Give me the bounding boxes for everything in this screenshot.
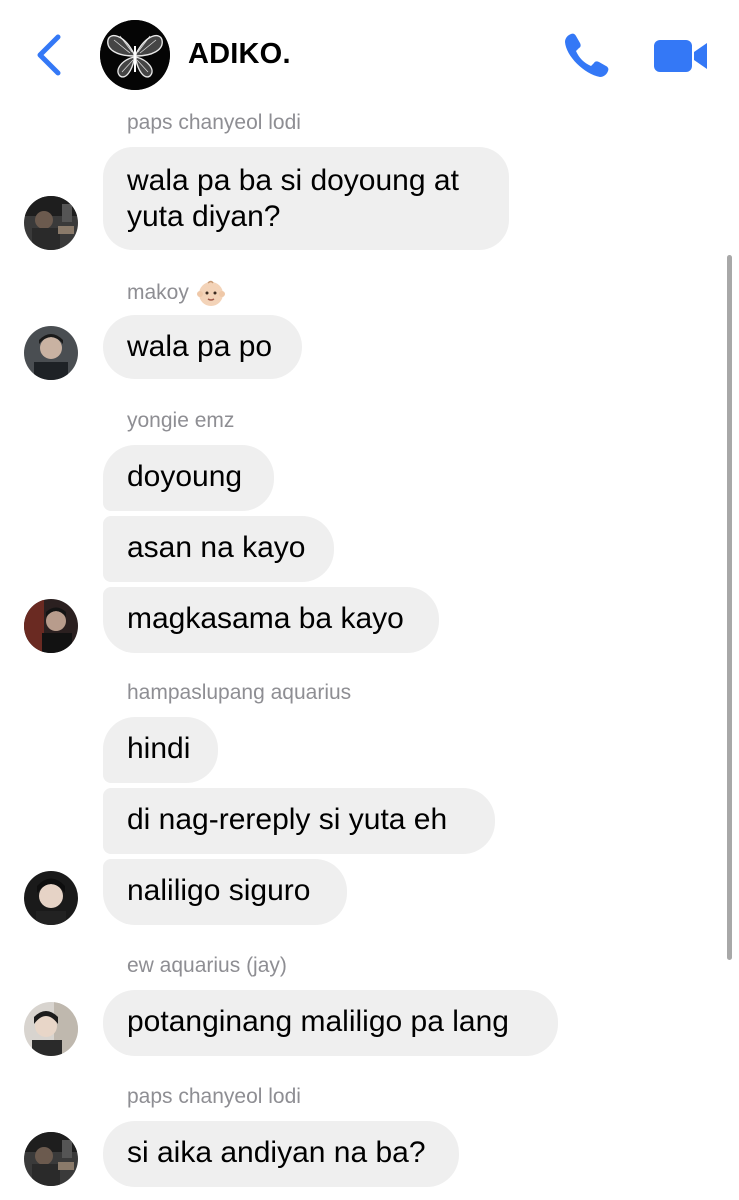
message-text: asan na kayo (127, 531, 306, 564)
message-bubble[interactable]: doyoung (103, 445, 274, 511)
phone-icon (565, 33, 609, 77)
message-text: di nag-rereply si yuta eh (127, 803, 448, 836)
avatar[interactable] (24, 326, 78, 380)
avatar[interactable] (24, 599, 78, 653)
message-bubble[interactable]: asan na kayo (103, 516, 334, 582)
chat-title[interactable]: ADIKO. (188, 38, 291, 71)
message-bubble[interactable]: potanginang maliligo pa lang (103, 990, 558, 1056)
avatar[interactable] (24, 196, 78, 250)
message-text: wala pa po (127, 330, 273, 363)
message-bubble[interactable]: magkasama ba kayo (103, 587, 439, 653)
message-bubble[interactable]: wala pa ba si doyoung at yuta diyan? (103, 147, 509, 250)
message-text: wala pa ba si doyoung at (127, 164, 459, 197)
baby-face-emoji-icon (196, 279, 225, 307)
message-bubble[interactable]: di nag-rereply si yuta eh (103, 788, 495, 854)
sender-name: paps chanyeol lodi (127, 111, 301, 134)
sender-name: paps chanyeol lodi (127, 1085, 301, 1108)
message-text: doyoung (127, 460, 243, 493)
message-bubble[interactable]: naliligo siguro (103, 859, 347, 925)
scrollbar[interactable] (727, 255, 732, 960)
message-text: potanginang maliligo pa lang (127, 1005, 509, 1038)
message-text: si aika andiyan na ba? (127, 1136, 426, 1169)
sender-name: hampaslupang aquarius (127, 681, 352, 704)
message-bubble[interactable]: wala pa po (103, 315, 302, 379)
back-button[interactable] (30, 32, 70, 78)
video-camera-icon (654, 40, 707, 72)
video-call-button[interactable] (652, 36, 710, 76)
call-button[interactable] (560, 28, 614, 82)
sender-name: makoy (127, 279, 225, 307)
message-list[interactable]: paps chanyeol lodi wala pa ba si doyoung… (0, 0, 739, 1200)
chat-header: ADIKO. (0, 0, 739, 108)
butterfly-icon (100, 20, 170, 90)
message-text: hindi (127, 732, 191, 765)
message-text: magkasama ba kayo (127, 602, 404, 635)
avatar[interactable] (24, 871, 78, 925)
chevron-left-icon (37, 34, 61, 76)
sender-name: ew aquarius (jay) (127, 954, 287, 977)
message-text: naliligo siguro (127, 874, 311, 907)
message-bubble[interactable]: hindi (103, 717, 218, 783)
message-text: yuta diyan? (127, 200, 281, 233)
group-avatar[interactable] (100, 20, 170, 90)
avatar[interactable] (24, 1132, 78, 1186)
avatar[interactable] (24, 1002, 78, 1056)
message-bubble[interactable]: si aika andiyan na ba? (103, 1121, 459, 1187)
sender-name: yongie emz (127, 409, 235, 432)
